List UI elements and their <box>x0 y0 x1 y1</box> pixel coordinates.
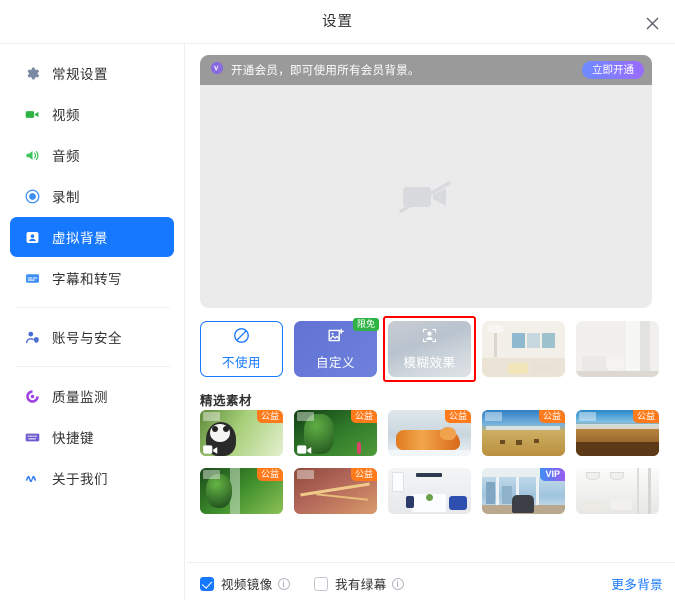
caption-icon <box>24 270 41 287</box>
video-mirror-checkbox[interactable]: 视频镜像 i <box>200 574 290 593</box>
thumb-river-delta[interactable]: 公益 <box>294 468 377 514</box>
info-icon[interactable]: i <box>277 577 290 590</box>
green-screen-checkbox[interactable]: 我有绿幕 i <box>314 574 404 593</box>
checkbox-box[interactable] <box>200 576 214 591</box>
info-icon[interactable]: i <box>391 577 404 590</box>
gear-icon <box>24 65 41 82</box>
sidebar-divider <box>16 366 170 367</box>
option-none[interactable]: 不使用 <box>200 321 283 377</box>
watermark <box>203 412 220 421</box>
watermark <box>579 412 596 421</box>
video-badge-icon <box>297 442 312 454</box>
sidebar-item-label: 常规设置 <box>52 67 108 82</box>
sidebar-item-label: 关于我们 <box>52 472 108 487</box>
option-none-label: 不使用 <box>221 356 261 370</box>
sidebar-item-label: 录制 <box>52 190 80 205</box>
video-preview: 开通会员，即可使用所有会员背景。 立即开通 <box>200 55 652 308</box>
video-mirror-label: 视频镜像 <box>221 578 273 592</box>
quality-monitor-icon <box>24 388 41 405</box>
public-welfare-badge: 公益 <box>350 468 377 481</box>
public-welfare-badge: 公益 <box>350 410 377 423</box>
option-blur-label: 模糊效果 <box>403 356 456 370</box>
option-blur[interactable]: 模糊效果 <box>388 321 471 377</box>
thumb-city-office[interactable]: VIP <box>482 468 565 514</box>
close-icon[interactable] <box>639 10 665 36</box>
public-welfare-badge: 公益 <box>444 410 471 423</box>
sidebar-item-recording[interactable]: 录制 <box>10 176 174 216</box>
thumb-waterfall-jungle[interactable]: 公益 <box>200 468 283 514</box>
watermark <box>297 412 314 421</box>
watermark <box>485 412 502 421</box>
keyboard-icon <box>24 429 41 446</box>
sidebar-item-label: 字幕和转写 <box>52 272 122 287</box>
video-badge-icon <box>203 442 218 454</box>
sidebar-item-label: 账号与安全 <box>52 331 122 346</box>
video-camera-icon <box>24 106 41 123</box>
sidebar-item-general[interactable]: 常规设置 <box>10 53 174 93</box>
membership-banner-text: 开通会员，即可使用所有会员背景。 <box>231 65 420 77</box>
sidebar-item-account-security[interactable]: 账号与安全 <box>10 317 174 357</box>
public-welfare-badge: 公益 <box>256 468 283 481</box>
thumb-grassland-antelope[interactable]: 公益 <box>482 410 565 456</box>
background-options-row: 不使用 限免 自定义 模糊效果 <box>200 316 675 382</box>
option-background-room-art[interactable] <box>482 321 565 377</box>
featured-section-title: 精选素材 <box>200 394 253 408</box>
sidebar-item-label: 质量监测 <box>52 390 108 405</box>
person-card-icon <box>24 229 41 246</box>
open-membership-button[interactable]: 立即开通 <box>582 61 644 79</box>
record-circle-icon <box>24 188 41 205</box>
about-logo-icon <box>24 470 41 487</box>
sidebar-item-label: 虚拟背景 <box>52 231 108 246</box>
user-shield-icon <box>24 329 41 346</box>
option-background-room-white[interactable] <box>576 321 659 377</box>
sidebar-item-about[interactable]: 关于我们 <box>10 458 174 498</box>
public-welfare-badge: 公益 <box>256 410 283 423</box>
thumb-forest-green[interactable]: 公益 <box>294 410 377 456</box>
checkbox-box[interactable] <box>314 576 328 591</box>
settings-window: 设置 常规设置 视频 音频 录制 虚拟背景 字幕和转写 账号与安全 质量监测 快… <box>0 0 675 600</box>
camera-off-icon <box>200 85 652 308</box>
sidebar-item-quality-monitor[interactable]: 质量监测 <box>10 376 174 416</box>
sidebar-item-captions[interactable]: 字幕和转写 <box>10 258 174 298</box>
thumb-panda[interactable]: 公益 <box>200 410 283 456</box>
sidebar-item-shortcuts[interactable]: 快捷键 <box>10 417 174 457</box>
membership-banner: 开通会员，即可使用所有会员背景。 立即开通 <box>200 55 652 85</box>
green-screen-label: 我有绿幕 <box>335 578 387 592</box>
sidebar-item-virtual-background[interactable]: 虚拟背景 <box>10 217 174 257</box>
public-welfare-badge: 公益 <box>632 410 659 423</box>
watermark <box>297 470 314 479</box>
sidebar-item-video[interactable]: 视频 <box>10 94 174 134</box>
image-upload-icon <box>327 327 345 349</box>
portrait-focus-icon <box>420 327 439 349</box>
option-custom[interactable]: 限免 自定义 <box>294 318 379 377</box>
thumb-white-office[interactable] <box>576 468 659 514</box>
bottom-bar: 视频镜像 i 我有绿幕 i 更多背景 <box>186 562 675 600</box>
public-welfare-badge: 公益 <box>538 410 565 423</box>
sidebar-item-audio[interactable]: 音频 <box>10 135 174 175</box>
sidebar: 常规设置 视频 音频 录制 虚拟背景 字幕和转写 账号与安全 质量监测 快捷键 … <box>0 44 185 600</box>
sidebar-item-label: 音频 <box>52 149 80 164</box>
thumb-meeting-room[interactable] <box>388 468 471 514</box>
titlebar: 设置 <box>0 0 675 44</box>
thumb-tiger-snow[interactable]: 公益 <box>388 410 471 456</box>
vip-badge: VIP <box>540 468 565 481</box>
virtual-background-panel: 开通会员，即可使用所有会员背景。 立即开通 不使用 限免 自定义 模糊效果 精选… <box>186 44 675 600</box>
limited-free-badge: 限免 <box>352 318 379 331</box>
page-title: 设置 <box>322 14 353 30</box>
thumb-desert-plateau[interactable]: 公益 <box>576 410 659 456</box>
sidebar-item-label: 视频 <box>52 108 80 123</box>
no-entry-icon <box>233 327 250 349</box>
watermark <box>203 470 220 479</box>
sidebar-item-label: 快捷键 <box>52 431 94 446</box>
option-custom-label: 自定义 <box>315 356 355 370</box>
sidebar-divider <box>16 307 170 308</box>
speaker-icon <box>24 147 41 164</box>
vip-shield-icon <box>210 61 224 80</box>
more-backgrounds-link[interactable]: 更多背景 <box>611 574 663 593</box>
